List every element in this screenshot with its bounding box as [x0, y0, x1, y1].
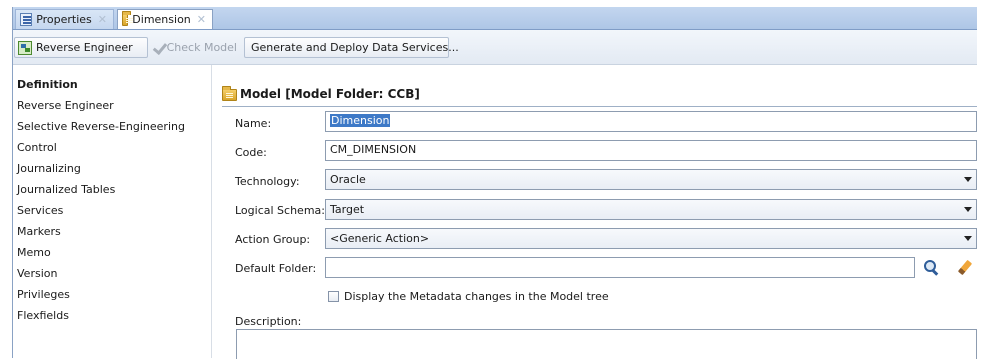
tab-properties-label: Properties	[36, 13, 92, 26]
tab-strip: Properties ✕ Dimension ✕	[13, 7, 977, 30]
sidebar-item-definition[interactable]: Definition	[17, 78, 78, 91]
sidebar-item-memo[interactable]: Memo	[17, 246, 51, 259]
sidebar-item-journalized-tables[interactable]: Journalized Tables	[17, 183, 115, 196]
metadata-changes-label: Display the Metadata changes in the Mode…	[344, 290, 609, 303]
sidebar-item-control[interactable]: Control	[17, 141, 57, 154]
title-divider	[222, 106, 977, 107]
logical-schema-label: Logical Schema:	[235, 204, 325, 217]
sidebar-item-flexfields[interactable]: Flexfields	[17, 309, 69, 322]
sidebar-item-reverse-engineer[interactable]: Reverse Engineer	[17, 99, 114, 112]
code-field[interactable]: CM_DIMENSION	[325, 140, 977, 161]
generate-deploy-label: Generate and Deploy Data Services...	[251, 41, 459, 54]
description-label: Description:	[235, 315, 302, 328]
metadata-changes-checkbox[interactable]	[328, 291, 339, 302]
model-folder-icon	[122, 11, 134, 26]
name-field[interactable]: Dimension	[325, 111, 977, 132]
sidebar-item-selective-reverse-engineering[interactable]: Selective Reverse-Engineering	[17, 120, 185, 133]
sidebar-item-privileges[interactable]: Privileges	[17, 288, 70, 301]
toolbar: Reverse Engineer Check Model Generate an…	[13, 30, 977, 65]
tab-properties[interactable]: Properties ✕	[15, 9, 114, 29]
reverse-engineer-button[interactable]: Reverse Engineer	[14, 37, 148, 58]
code-label: Code:	[235, 146, 267, 159]
sidebar-item-version[interactable]: Version	[17, 267, 57, 280]
page-title: Model [Model Folder: CCB]	[222, 85, 420, 101]
action-group-label: Action Group:	[235, 233, 311, 246]
properties-icon	[20, 13, 33, 26]
tab-dimension[interactable]: Dimension ✕	[117, 9, 213, 29]
model-folder-icon	[222, 85, 237, 101]
tab-dimension-label: Dimension	[132, 13, 191, 26]
action-group-select[interactable]: <Generic Action>	[325, 228, 977, 249]
action-group-value: <Generic Action>	[330, 232, 430, 245]
sidebar-item-journalizing[interactable]: Journalizing	[17, 162, 81, 175]
technology-label: Technology:	[235, 175, 300, 188]
default-folder-label: Default Folder:	[235, 262, 317, 275]
check-model-button[interactable]: Check Model	[150, 37, 243, 58]
page-title-text: Model [Model Folder: CCB]	[240, 87, 420, 101]
dropdown-arrow-icon	[964, 177, 972, 182]
technology-value: Oracle	[330, 173, 366, 186]
name-label: Name:	[235, 117, 272, 130]
checkmark-icon	[153, 41, 163, 54]
close-icon[interactable]: ✕	[197, 13, 206, 26]
sidebar-item-services[interactable]: Services	[17, 204, 63, 217]
logical-schema-select[interactable]: Target	[325, 199, 977, 220]
name-value: Dimension	[330, 114, 391, 127]
sidebar-item-markers[interactable]: Markers	[17, 225, 61, 238]
check-model-label: Check Model	[166, 41, 237, 54]
metadata-changes-option: Display the Metadata changes in the Mode…	[328, 290, 609, 303]
dropdown-arrow-icon	[964, 236, 972, 241]
eraser-icon[interactable]	[957, 259, 973, 275]
default-folder-field[interactable]	[325, 257, 915, 278]
dropdown-arrow-icon	[964, 207, 972, 212]
close-icon[interactable]: ✕	[98, 13, 107, 26]
logical-schema-value: Target	[330, 203, 365, 216]
reverse-engineer-label: Reverse Engineer	[36, 41, 133, 54]
sidebar-nav: Definition Reverse Engineer Selective Re…	[13, 65, 212, 358]
reverse-engineer-icon	[18, 40, 32, 55]
search-icon[interactable]	[924, 260, 938, 274]
description-field[interactable]	[236, 329, 977, 359]
editor-frame: Properties ✕ Dimension ✕ Reverse Enginee…	[12, 7, 989, 359]
technology-select[interactable]: Oracle	[325, 169, 977, 190]
generate-deploy-button[interactable]: Generate and Deploy Data Services...	[244, 37, 459, 58]
code-value: CM_DIMENSION	[330, 143, 417, 156]
